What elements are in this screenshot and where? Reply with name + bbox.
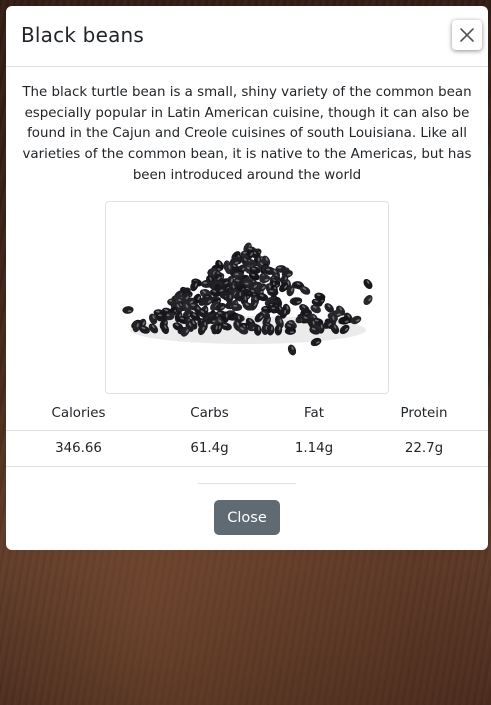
header-carbs: Carbs [151,398,268,431]
close-icon-button[interactable] [452,20,482,50]
nutrition-table: Calories Carbs Fat Protein 346.66 61.4g … [6,398,488,467]
nutrition-values-row: 346.66 61.4g 1.14g 22.7g [6,430,488,467]
food-image [105,201,389,394]
food-description: The black turtle bean is a small, shiny … [22,85,472,183]
footer-divider [198,483,296,484]
value-fat: 1.14g [268,430,360,467]
black-beans-image [122,242,373,356]
value-protein: 22.7g [360,430,488,467]
value-calories: 346.66 [6,430,151,467]
close-button[interactable]: Close [214,500,280,535]
header-fat: Fat [268,398,360,431]
value-carbs: 61.4g [151,430,268,467]
modal-title: Black beans [21,23,145,47]
modal-header: Black beans [6,6,488,67]
nutrition-header-row: Calories Carbs Fat Protein [6,398,488,431]
food-detail-modal: Black beans The black turtle bean is a s… [6,6,488,550]
header-protein: Protein [360,398,488,431]
close-icon [460,28,474,42]
header-calories: Calories [6,398,151,431]
